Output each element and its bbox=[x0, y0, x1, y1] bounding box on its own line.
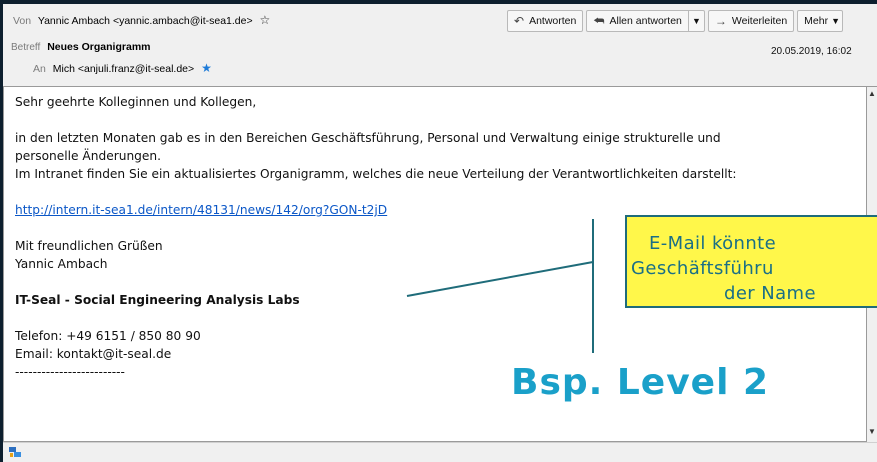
callout-box: E-Mail könnte Geschäftsführu der Name bbox=[625, 215, 877, 308]
callout-text-line: E-Mail könnte bbox=[649, 233, 777, 254]
pointer-line bbox=[406, 261, 594, 297]
callout-text-line: Geschäftsführu bbox=[631, 258, 774, 279]
callout-text-line: der Name bbox=[724, 283, 816, 304]
level-label: Bsp. Level 2 bbox=[511, 362, 770, 403]
